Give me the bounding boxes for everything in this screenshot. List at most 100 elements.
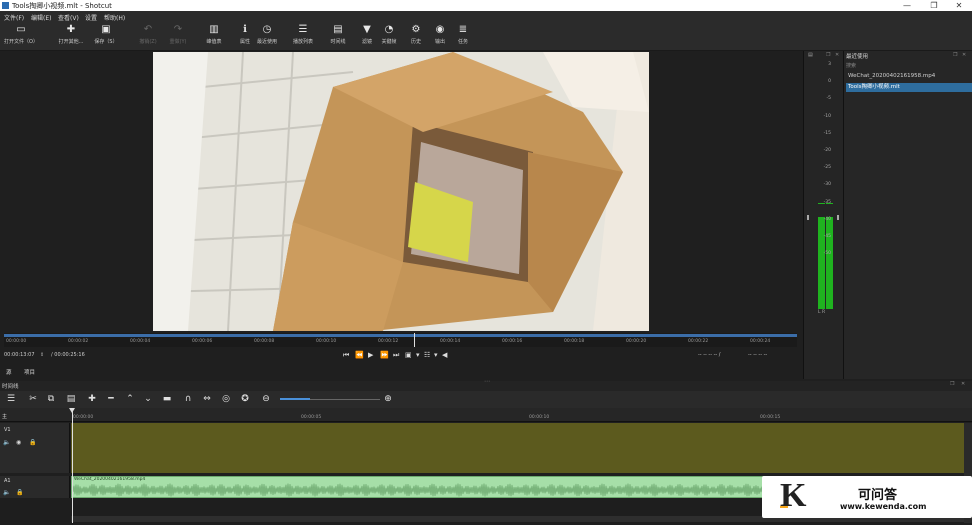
recent-search-field[interactable]: 搜索 — [846, 62, 856, 69]
toolbar-button-open-other[interactable]: ✚ 打开其他... — [54, 24, 88, 50]
open-other-icon: ✚ — [66, 24, 76, 35]
timeline-tick-label: 00:00:05 — [301, 415, 322, 420]
timeline-playhead[interactable] — [72, 410, 73, 523]
mute-icon[interactable]: 🔈 — [3, 489, 10, 496]
recent-close-icon[interactable]: ✕ — [962, 52, 966, 58]
toolbar-button-redo[interactable]: ↷ 重做(Y) — [161, 24, 195, 50]
player-playhead[interactable] — [414, 333, 415, 347]
zoom-in-icon[interactable]: ⊕ — [381, 393, 395, 406]
timeline-title: 时间线 — [2, 384, 19, 390]
spin-arrows-icon[interactable]: ⇕ — [40, 352, 44, 358]
timeline-ruler[interactable]: 主 00:00:00 00:00:05 00:00:10 00:00:15 — [0, 408, 972, 422]
tab-project[interactable]: 项目 — [24, 368, 35, 376]
menu-view[interactable]: 查看(V) — [58, 13, 79, 22]
audio-clip[interactable]: WeChat_20200402161958.mp4 — [71, 476, 871, 498]
copy-icon[interactable]: ⧉ — [44, 393, 58, 406]
scrubber-tick-label: 00:00:20 — [626, 339, 647, 344]
remove-icon[interactable]: ━ — [104, 393, 118, 406]
grid-icon[interactable]: ☷ — [424, 351, 430, 359]
toggle-zoom-icon[interactable]: ▣ — [405, 351, 412, 359]
audio-peak-meter: ▤ ❐ ✕ L R 3 0 -5 -10 -15 -20 -25 -30 -35 -40 -45 -5… — [803, 51, 843, 379]
keyframe-icon: ◔ — [384, 24, 394, 35]
scrubber-tick-label: 00:00:22 — [688, 339, 709, 344]
meter-db-label: -15 — [823, 130, 831, 136]
player-scrubber[interactable]: 00:00:00 00:00:02 00:00:04 00:00:06 00:00:08… — [4, 333, 797, 347]
playhead-marker-icon[interactable] — [69, 408, 75, 413]
timeline-menu-icon[interactable]: ☰ — [4, 393, 18, 406]
toolbar-button-jobs[interactable]: ≣ 任务 — [446, 24, 480, 50]
scrub-icon[interactable]: ⇔ — [200, 393, 214, 406]
timeline-float-icon[interactable]: ❐ — [950, 381, 954, 387]
meter-db-label: 3 — [828, 62, 831, 67]
filter-icon: ▼ — [363, 24, 371, 35]
grid-chevron-icon[interactable]: ▾ — [434, 351, 438, 359]
maximize-button[interactable]: ❐ — [921, 0, 947, 11]
toolbar-button-undo[interactable]: ↶ 撤销(Z) — [131, 24, 165, 50]
track-header-v1[interactable]: V1 🔈 ◉ 🔒 — [0, 423, 70, 473]
history-icon: ⚙ — [411, 24, 421, 35]
tab-source[interactable]: 源 — [6, 368, 12, 376]
close-button[interactable]: ✕ — [946, 0, 972, 11]
menu-file[interactable]: 文件(F) — [4, 13, 24, 22]
splitter-handle-icon[interactable]: ⋯ — [484, 378, 490, 385]
skip-previous-icon[interactable]: ⏮ — [343, 351, 349, 360]
ripple-all-icon[interactable]: ✪ — [238, 393, 252, 406]
recent-item[interactable]: WeChat_20200402161958.mp4 — [846, 72, 972, 81]
playlist-icon: ☰ — [298, 24, 308, 35]
lift-icon[interactable]: ⌃ — [123, 393, 137, 406]
cut-icon[interactable]: ✂ — [26, 393, 40, 406]
meter-float-icon[interactable]: ❐ — [826, 52, 830, 58]
watermark-url: www.kewenda.com — [840, 502, 927, 511]
scrubber-tick-label: 00:00:12 — [378, 339, 399, 344]
scrubber-tick-label: 00:00:00 — [6, 339, 27, 344]
recent-item-selected[interactable]: Tools掏卿小视频.mlt — [846, 83, 972, 92]
play-icon[interactable]: ▶ — [368, 351, 373, 359]
fast-forward-icon[interactable]: ⏩ — [380, 351, 389, 359]
skip-next-icon[interactable]: ⏭ — [393, 351, 399, 360]
snap-icon[interactable]: ∩ — [181, 393, 195, 406]
timeline-close-icon[interactable]: ✕ — [961, 381, 965, 387]
lock-icon[interactable]: 🔒 — [29, 439, 36, 446]
menu-settings[interactable]: 设置 — [85, 13, 97, 22]
track-header-a1[interactable]: A1 🔈 🔒 — [0, 476, 70, 498]
shotcut-app-icon — [2, 2, 9, 9]
toolbar-label: 打开文件（O） — [4, 39, 38, 45]
audio-waveform — [72, 483, 870, 497]
scrubber-bar[interactable] — [4, 334, 797, 337]
rewind-icon[interactable]: ⏪ — [355, 351, 364, 359]
meter-close-icon[interactable]: ✕ — [835, 52, 839, 58]
grid-dropdown-icon[interactable]: ▾ — [416, 351, 420, 359]
meter-menu-icon[interactable]: ▤ — [808, 52, 813, 58]
scrubber-tick-label: 00:00:14 — [440, 339, 461, 344]
split-icon[interactable]: ▬ — [160, 393, 174, 406]
overwrite-icon[interactable]: ⌄ — [141, 393, 155, 406]
zoom-out-icon[interactable]: ⊖ — [259, 393, 273, 406]
zoom-slider-fill — [280, 398, 310, 400]
lock-icon[interactable]: 🔒 — [16, 489, 23, 496]
toolbar-button-save[interactable]: ▣ 保存（S） — [89, 24, 123, 50]
hide-icon[interactable]: ◉ — [16, 439, 21, 446]
minimize-button[interactable]: — — [894, 0, 920, 11]
toolbar-button-playlist[interactable]: ☰ 播放列表 — [286, 24, 320, 50]
window-title: Tools掏卿小视频.mlt - Shotcut — [12, 2, 112, 10]
save-icon: ▣ — [101, 24, 111, 35]
recent-header: 最近使用 — [846, 54, 869, 60]
toolbar-button-recent[interactable]: ◷ 最近使用 — [250, 24, 284, 50]
position-timecode[interactable]: 00:00:13:07 — [4, 352, 35, 358]
timeline-icon: ▤ — [333, 24, 343, 35]
meter-channels: L R — [818, 310, 826, 315]
menu-help[interactable]: 帮助(H) — [104, 13, 125, 22]
ripple-icon[interactable]: ◎ — [219, 393, 233, 406]
volume-icon[interactable]: ◀ — [442, 351, 447, 359]
track-v1[interactable] — [71, 423, 964, 473]
track-name: A1 — [4, 478, 11, 484]
recent-panel: 最近使用 ❐ ✕ 搜索 WeChat_20200402161958.mp4 To… — [843, 51, 972, 379]
append-icon[interactable]: ✚ — [85, 393, 99, 406]
mute-icon[interactable]: 🔈 — [3, 439, 10, 446]
recent-float-icon[interactable]: ❐ — [953, 52, 957, 58]
menu-edit[interactable]: 编辑(E) — [31, 13, 51, 22]
toolbar-button-peak-meter[interactable]: ▥ 峰值表 — [197, 24, 231, 50]
paste-icon[interactable]: ▤ — [64, 393, 78, 406]
toolbar-button-open-file[interactable]: ▭ 打开文件（O） — [4, 24, 38, 50]
timeline-toolbar: ☰ ✂ ⧉ ▤ ✚ ━ ⌃ ⌄ ▬ ∩ ⇔ ◎ ✪ ⊖ ⊕ — [0, 391, 972, 408]
